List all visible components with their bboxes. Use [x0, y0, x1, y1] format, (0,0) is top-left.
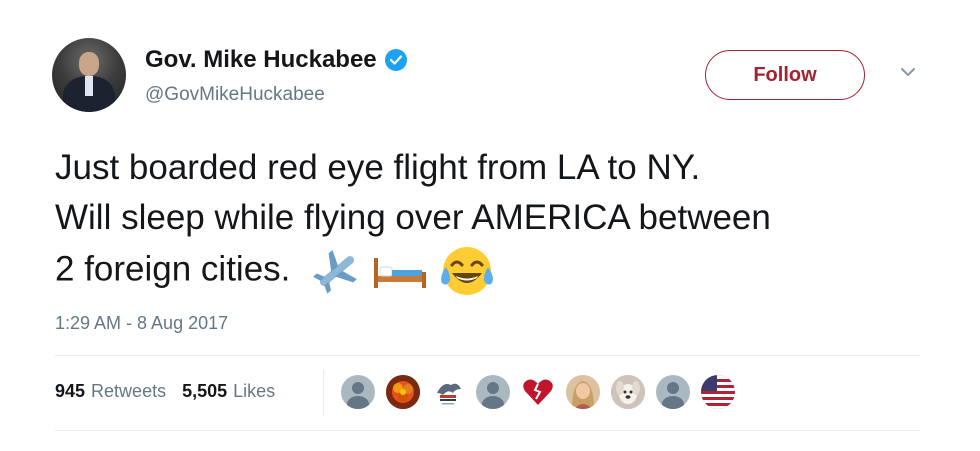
engagement-stats: 945 Retweets 5,505 Likes	[55, 381, 291, 402]
verified-badge-icon	[384, 49, 407, 71]
divider-top	[55, 355, 920, 356]
follow-button[interactable]: Follow	[705, 50, 865, 100]
retweets-label: Retweets	[91, 381, 167, 401]
tweet-emojis	[312, 243, 495, 299]
author-name-row[interactable]: Gov. Mike Huckabee	[145, 46, 407, 74]
liker-avatar-default[interactable]	[656, 375, 690, 409]
liker-avatar-flag[interactable]	[701, 375, 735, 409]
liker-avatar-heart[interactable]	[521, 375, 555, 409]
bed-emoji-icon	[374, 258, 427, 288]
author-display-name[interactable]: Gov. Mike Huckabee	[145, 46, 377, 74]
likes-count: 5,505	[182, 381, 228, 401]
liker-avatar-flower[interactable]	[386, 375, 420, 409]
liker-avatar-default[interactable]	[341, 375, 375, 409]
liker-avatar-dog[interactable]	[611, 375, 645, 409]
tweet-line: Will sleep while flying over AMERICA bet…	[55, 198, 771, 237]
chevron-down-icon[interactable]	[898, 64, 918, 80]
author-handle[interactable]: @GovMikeHuckabee	[145, 84, 325, 106]
avatar-shirt	[85, 76, 93, 96]
tweet-line: 2 foreign cities.	[55, 249, 291, 289]
retweets-stat[interactable]: 945 Retweets	[55, 381, 166, 402]
author-avatar[interactable]	[52, 38, 126, 112]
tweet-line-with-emojis: 2 foreign cities.	[55, 243, 955, 299]
divider-bottom	[55, 430, 920, 431]
liker-avatar-eagle-logo[interactable]	[431, 375, 465, 409]
retweets-count: 945	[55, 381, 86, 401]
avatar-head	[79, 52, 99, 76]
tweet-text: Just boarded red eye flight from LA to N…	[55, 143, 955, 299]
tweet-line: Just boarded red eye flight from LA to N…	[55, 148, 701, 187]
liker-avatar-woman[interactable]	[566, 375, 600, 409]
likes-stat[interactable]: 5,505 Likes	[182, 381, 275, 402]
liker-avatars	[341, 375, 746, 409]
likes-label: Likes	[233, 381, 276, 401]
tweet-timestamp[interactable]: 1:29 AM - 8 Aug 2017	[55, 313, 228, 334]
liker-avatar-default[interactable]	[476, 375, 510, 409]
tears-of-joy-emoji-icon	[440, 247, 493, 295]
airplane-emoji-icon	[313, 250, 358, 294]
stats-separator	[323, 370, 324, 416]
